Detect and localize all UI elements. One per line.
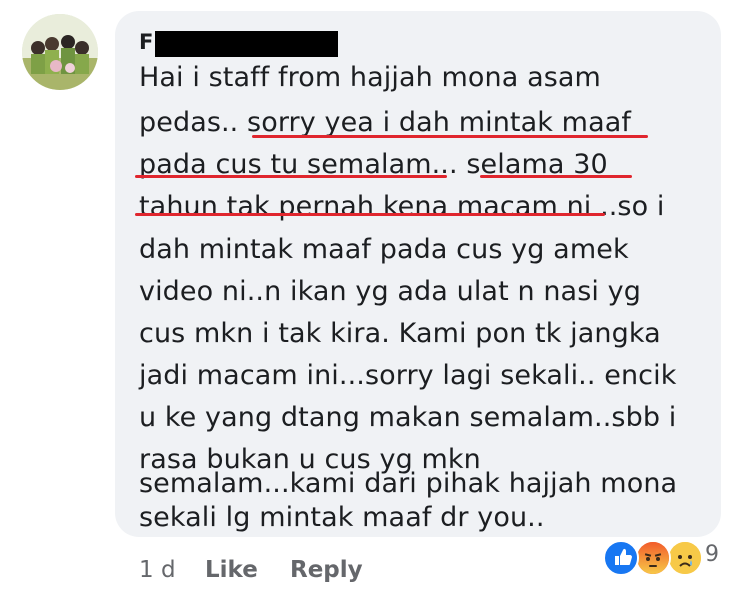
comment-line: dah mintak maaf pada cus yg amek [139, 234, 629, 265]
emphasis-underline [480, 175, 632, 178]
avatar-photo [22, 14, 98, 90]
reaction-summary[interactable]: 9 [599, 540, 729, 576]
comment-line: jadi macam ini...sorry lagi sekali.. enc… [139, 360, 677, 391]
comment-line: cus mkn i tak kira. Kami pon tk jangka [139, 318, 661, 349]
comment-line: Hai i staff from hajjah mona asam [139, 62, 601, 93]
comment-line: sekali lg mintak maaf dr you.. [139, 502, 545, 533]
emphasis-underline [135, 175, 447, 178]
comment-timestamp[interactable]: 1 d [139, 555, 176, 585]
reaction-count: 9 [705, 542, 719, 567]
angry-icon [635, 540, 671, 576]
like-icon [603, 540, 639, 576]
sad-icon [667, 540, 703, 576]
comment-line: u ke yang dtang makan semalam..sbb i [139, 402, 677, 433]
comment-line: video ni..n ikan yg ada ulat n nasi yg [139, 276, 641, 307]
comment-author[interactable]: F [139, 30, 153, 54]
comment-line: semalam...kami dari pihak hajjah mona [139, 468, 678, 499]
reply-button[interactable]: Reply [290, 555, 363, 585]
like-button[interactable]: Like [205, 555, 258, 585]
redaction-bar [155, 31, 338, 57]
emphasis-underline [135, 213, 605, 216]
comment-line: tahun tak pernah kena macam ni ..so i [139, 191, 665, 222]
avatar[interactable] [22, 14, 98, 90]
emphasis-underline [252, 135, 648, 138]
